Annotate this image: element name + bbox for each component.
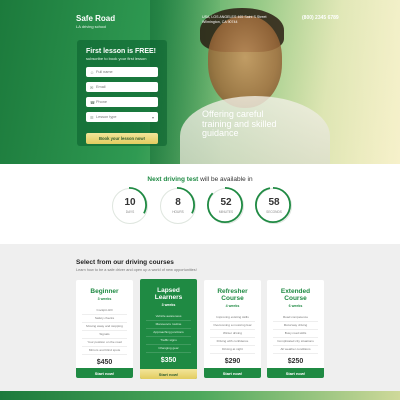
timer-title-accent: Next driving test [147, 176, 199, 183]
course-card-extended: Extended Course 6 weeks Road competence … [267, 280, 324, 378]
countdown-hours-arc [159, 187, 196, 224]
course-card-refresher: Refresher Course 4 weeks Improving exist… [204, 280, 261, 378]
course-duration: 3 weeks [161, 303, 176, 307]
timer-title: Next driving test will be available in [0, 176, 400, 183]
course-feature: Your position on the road [82, 339, 127, 347]
course-title: Beginner [90, 288, 119, 295]
course-features: Road competence Motorway driving Busy ro… [267, 314, 324, 354]
course-price: $290 [224, 358, 241, 365]
lesson-type-input[interactable] [96, 115, 156, 119]
course-features: Vehicle awareness Manoeuvre routine Appr… [140, 313, 197, 353]
course-feature: Mirrors and blind spots [82, 347, 127, 355]
countdown-days: 10 DAYS [111, 187, 148, 224]
course-feature: Approaching junctions [146, 329, 191, 337]
course-feature: Traffic signs [146, 337, 191, 345]
lesson-type-select[interactable]: ☰ ▾ [86, 112, 158, 122]
countdown-minutes: 52 MINUTES [207, 187, 244, 224]
courses-section [0, 244, 400, 400]
form-subtitle: subscribe to book your first lesson [86, 56, 147, 61]
course-feature: Manoeuvre routine [146, 321, 191, 329]
logo[interactable]: Safe Road LA driving school [76, 14, 115, 29]
footer-strip [0, 391, 400, 400]
course-features: Improving existing skills Overcoming a m… [204, 314, 261, 354]
full-name-input[interactable] [96, 70, 156, 74]
course-feature: Changing gear [146, 345, 191, 353]
course-card-lapsed-learners: Lapsed Learners 3 weeks Vehicle awarenes… [140, 279, 197, 379]
logo-title: Safe Road [76, 14, 116, 23]
countdown-seconds-arc [255, 187, 292, 224]
timer-title-rest: will be available in [198, 176, 253, 183]
countdown: 10 DAYS 8 HOURS 52 MINUTES 58 SECONDS [111, 187, 292, 228]
countdown-minutes-arc [207, 187, 244, 224]
email-field[interactable]: ✉ [86, 82, 158, 92]
start-now-button[interactable]: Start now! [267, 368, 324, 378]
courses-subtitle: Learn how to be a safe driver and open u… [76, 268, 197, 272]
course-feature: Busy road skills [273, 330, 318, 338]
course-title: Extended Course [280, 288, 311, 302]
full-name-field[interactable]: ☺ [86, 67, 158, 77]
phone-number[interactable]: (800) 2345 6789 [302, 15, 339, 21]
course-title: Refresher Course [217, 288, 248, 302]
phone-input[interactable] [96, 100, 156, 104]
email-input[interactable] [96, 85, 156, 89]
chevron-down-icon: ▾ [151, 114, 154, 120]
countdown-days-arc [111, 187, 148, 224]
course-feature: Moving away and stopping [82, 323, 127, 331]
course-feature: Overcoming a motoring fear [210, 322, 255, 330]
countdown-hours: 8 HOURS [159, 187, 196, 224]
signup-form: First lesson is FREE! subscribe to book … [77, 40, 167, 146]
courses-title: Select from our driving courses [76, 259, 174, 266]
course-feature: Driving with confidence [210, 338, 255, 346]
course-feature: Road competence [273, 314, 318, 322]
course-feature: Winter driving [210, 330, 255, 338]
start-now-button[interactable]: Start now! [204, 368, 261, 378]
course-card-beginner: Beginner 3 weeks Cockpit drill Safety ch… [76, 280, 133, 378]
course-feature: Motorway driving [273, 322, 318, 330]
hero-tagline: Offering careful training and skilled gu… [202, 109, 277, 138]
start-now-button[interactable]: Start now! [76, 368, 133, 378]
course-price: $450 [96, 359, 113, 366]
start-now-button[interactable]: Start now! [140, 369, 197, 379]
course-duration: 4 weeks [225, 304, 240, 308]
course-feature: All weather conditions [273, 346, 318, 354]
address: USA, LOS ANGELES 465 Saint S Street Wilm… [202, 15, 267, 24]
book-lesson-button[interactable]: Book your lesson now! [86, 133, 158, 144]
course-feature: Driving at night [210, 346, 255, 354]
course-feature: Cockpit drill [82, 307, 127, 315]
hero-photo-face [208, 16, 282, 108]
course-title: Lapsed Learners [154, 287, 183, 301]
phone-field[interactable]: ☎ [86, 97, 158, 107]
countdown-seconds: 58 SECONDS [255, 187, 292, 224]
course-feature: Safety checks [82, 315, 127, 323]
course-features: Cockpit drill Safety checks Moving away … [76, 307, 133, 355]
course-feature: Vehicle awareness [146, 313, 191, 321]
course-feature: Signals [82, 331, 127, 339]
form-title: First lesson is FREE! [86, 48, 157, 55]
logo-subtitle: LA driving school [76, 24, 107, 29]
hero-section: Safe Road LA driving school USA, LOS ANG… [0, 0, 400, 164]
course-price: $350 [160, 357, 177, 364]
course-duration: 3 weeks [97, 297, 112, 301]
course-feature: Improving existing skills [210, 314, 255, 322]
course-feature: Complicated city situations [273, 338, 318, 346]
course-price: $250 [287, 358, 304, 365]
course-duration: 6 weeks [288, 304, 303, 308]
